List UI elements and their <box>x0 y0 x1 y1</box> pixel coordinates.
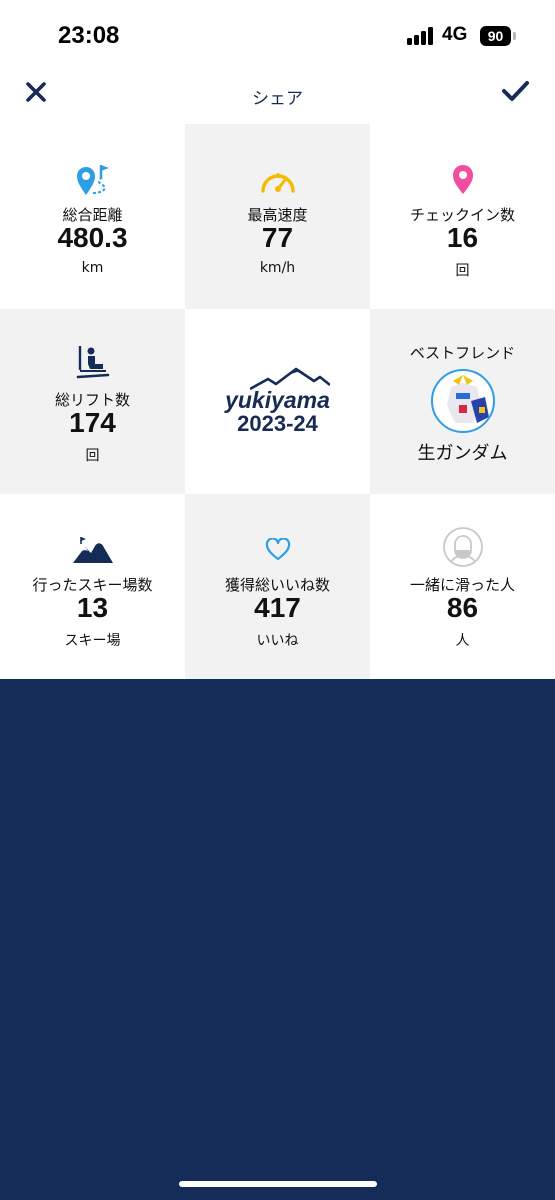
stat-resorts: 行ったスキー場数 13 スキー場 <box>0 494 185 679</box>
network-type: 4G <box>442 24 468 45</box>
page-title: シェア <box>252 89 303 109</box>
stats-grid: 総合距離 480.3 km 最高速度 77 km/h チェックイン数 16 回 … <box>0 124 555 679</box>
best-friend-name: 生ガンダム <box>417 443 508 464</box>
ski-lift-icon <box>0 344 185 380</box>
speedometer-icon <box>185 162 370 198</box>
yukiyama-logo-cell: yukiyama 2023-24 <box>185 309 370 494</box>
route-pin-icon <box>0 162 185 198</box>
season-text: 2023-24 <box>237 411 318 436</box>
stat-checkins: チェックイン数 16 回 <box>370 124 555 309</box>
companions-value: 86 <box>446 592 479 623</box>
best-friend-label: ベストフレンド <box>409 344 516 362</box>
best-friend-cell: ベストフレンド 生ガンダム <box>370 309 555 494</box>
likes-value: 417 <box>254 592 301 623</box>
distance-unit: km <box>81 260 104 276</box>
status-bar: 23:08 4G 90 <box>0 0 555 74</box>
home-indicator[interactable] <box>179 1181 377 1187</box>
lifts-unit: 回 <box>85 448 100 464</box>
distance-value: 480.3 <box>57 222 128 253</box>
signal-icon <box>407 27 435 45</box>
brand-logo: yukiyama <box>225 387 330 413</box>
stat-likes: 獲得総いいね数 417 いいね <box>185 494 370 679</box>
best-friend-avatar[interactable] <box>431 369 495 433</box>
bottom-panel <box>0 679 555 1200</box>
robot-avatar-icon <box>447 375 489 423</box>
lifts-value: 174 <box>69 407 116 438</box>
stat-distance: 総合距離 480.3 km <box>0 124 185 309</box>
person-icon <box>370 526 555 568</box>
location-pin-icon <box>370 162 555 198</box>
checkins-unit: 回 <box>455 263 470 279</box>
likes-unit: いいね <box>256 633 299 649</box>
mountain-icon <box>0 532 185 568</box>
status-time: 23:08 <box>58 22 120 49</box>
battery-icon: 90 <box>480 26 511 46</box>
checkmark-icon <box>502 81 529 101</box>
companions-unit: 人 <box>455 633 470 649</box>
top-speed-unit: km/h <box>259 260 296 276</box>
stat-companions: 一緒に滑った人 86 人 <box>370 494 555 679</box>
resorts-unit: スキー場 <box>64 633 121 649</box>
heart-icon <box>185 532 370 568</box>
top-speed-value: 77 <box>261 222 294 253</box>
stat-top-speed: 最高速度 77 km/h <box>185 124 370 309</box>
nav-bar: シェア <box>0 74 555 124</box>
done-button[interactable] <box>496 74 534 108</box>
stat-lifts: 総リフト数 174 回 <box>0 309 185 494</box>
checkins-value: 16 <box>446 222 479 253</box>
battery-tip <box>513 32 516 40</box>
battery-level: 90 <box>487 28 504 44</box>
resorts-value: 13 <box>76 592 109 623</box>
